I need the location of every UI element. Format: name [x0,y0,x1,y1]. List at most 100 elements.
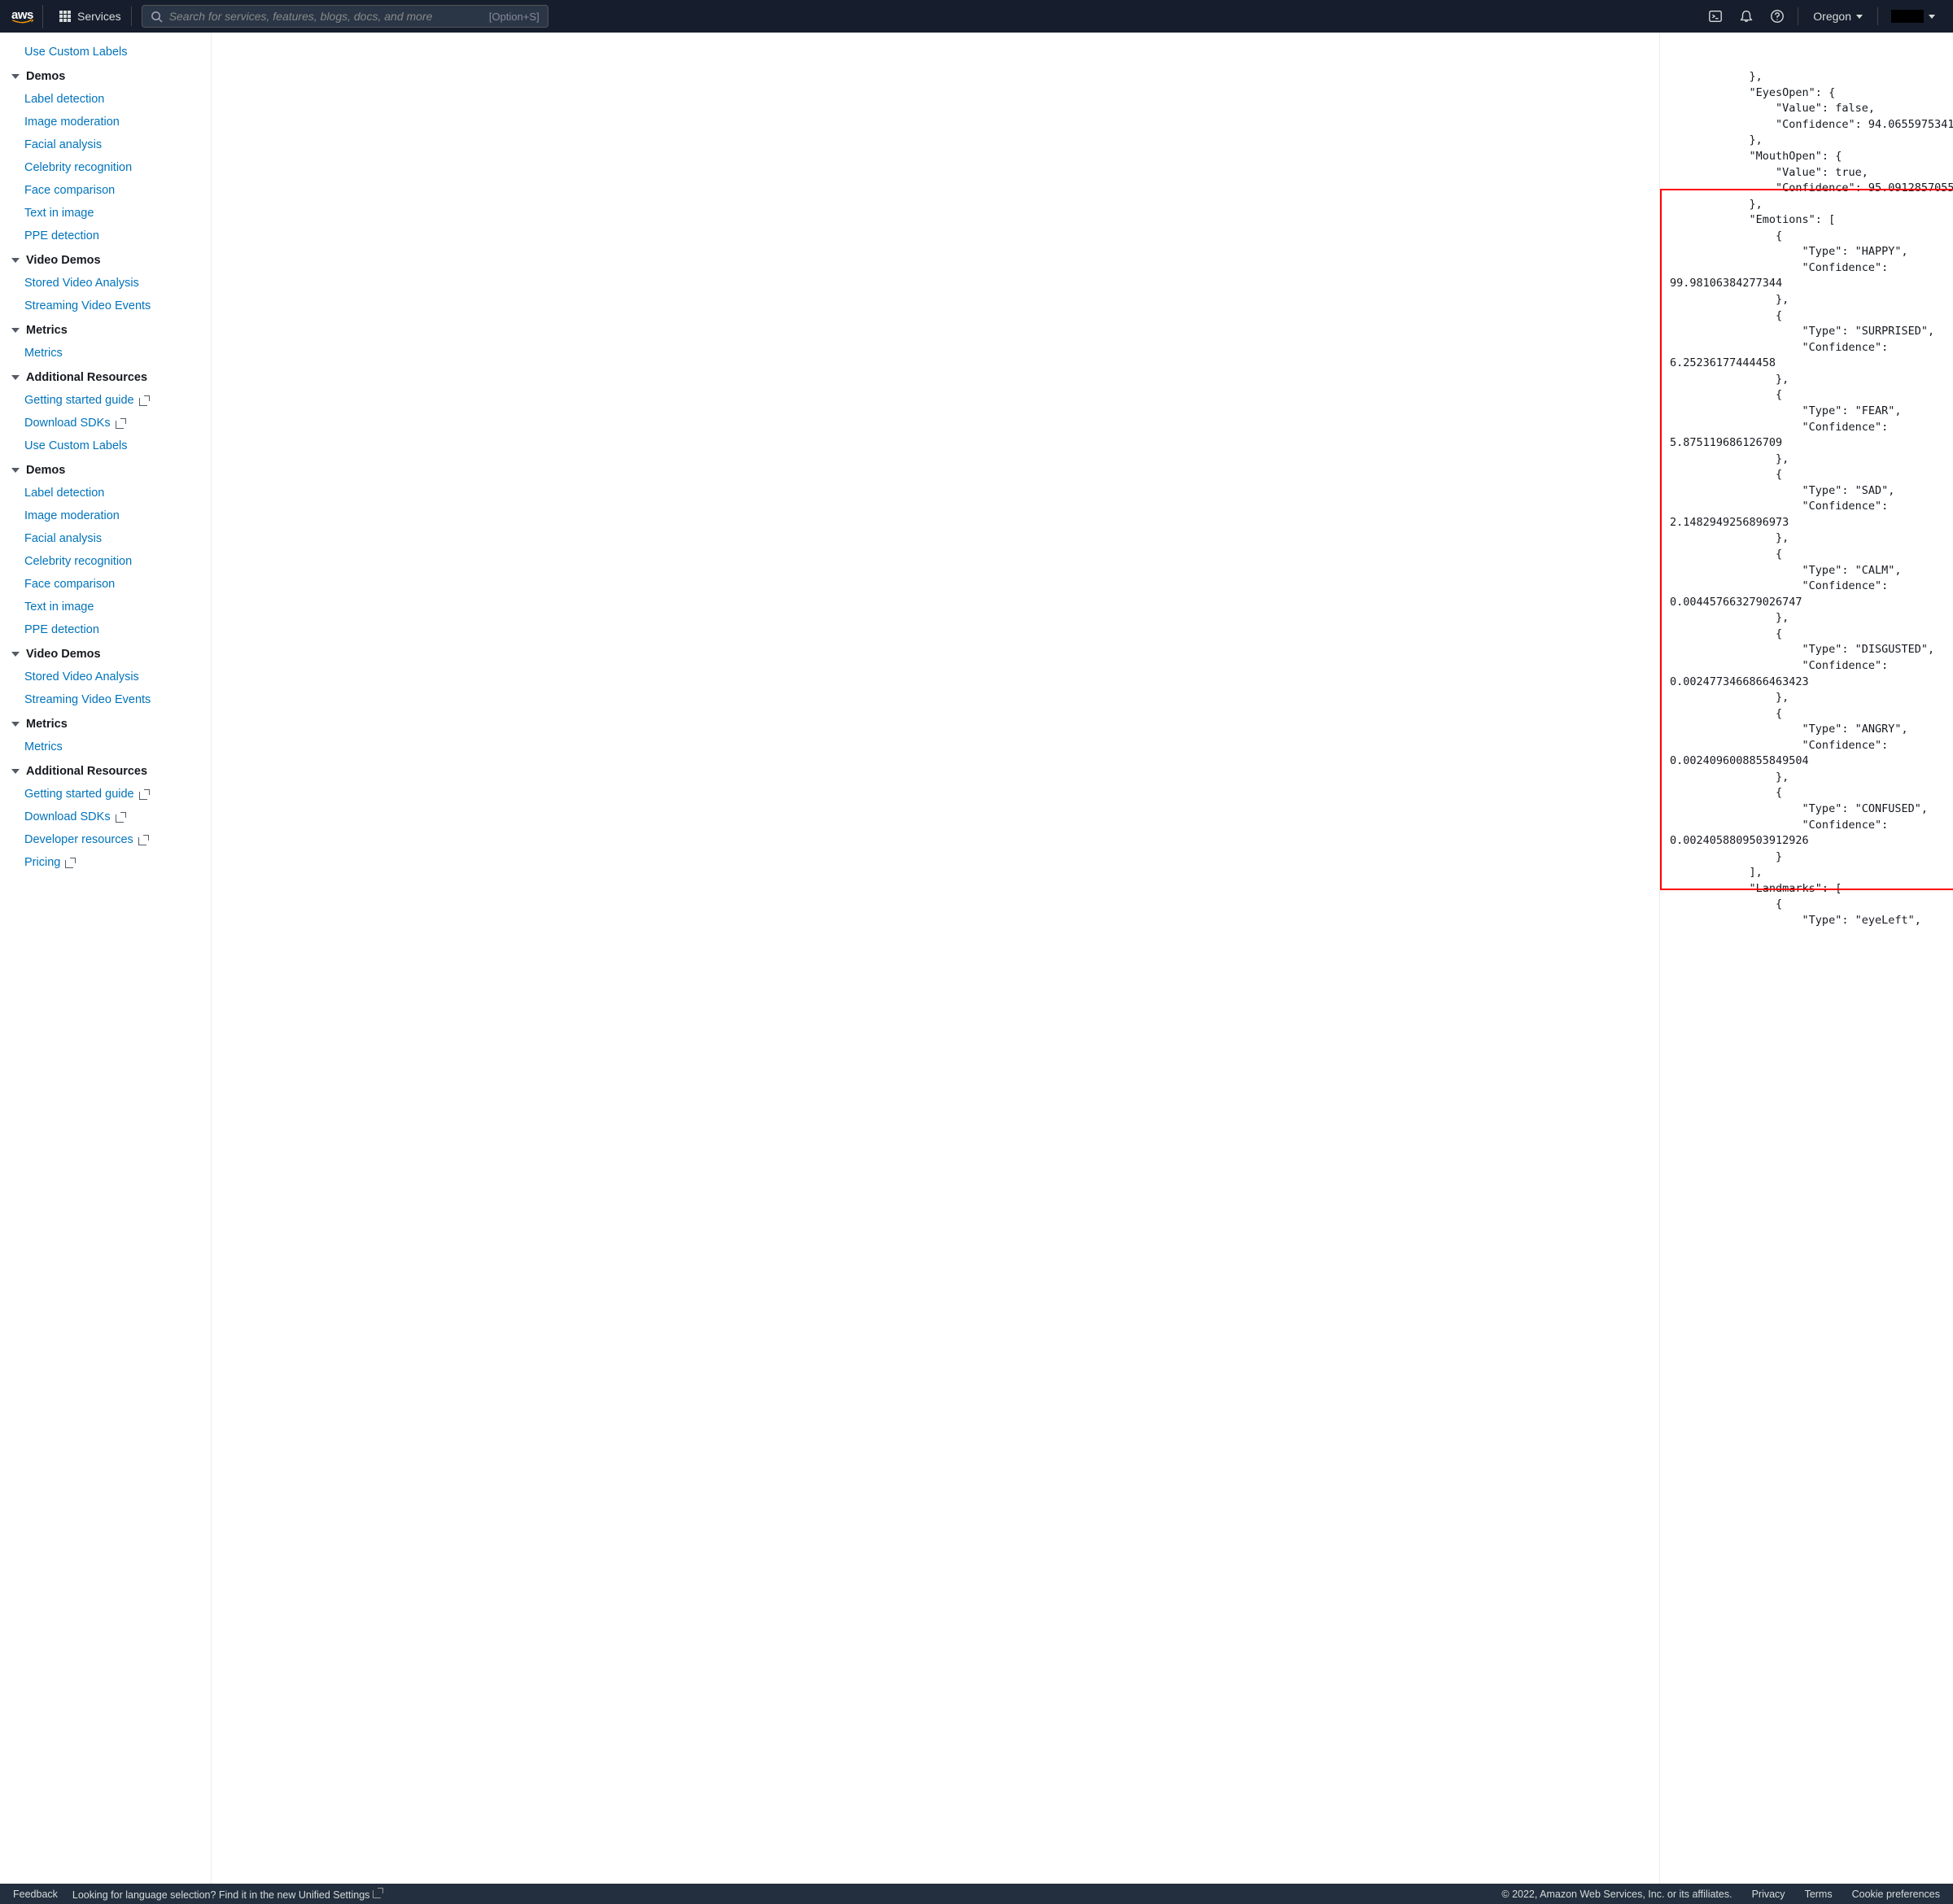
sidebar-section-header[interactable]: Video Demos [0,247,211,272]
global-search[interactable]: [Option+S] [142,5,548,28]
caret-down-icon [11,769,20,774]
sidebar-section-header[interactable]: Metrics [0,711,211,736]
sidebar-item[interactable]: Label detection [0,482,211,504]
notifications-button[interactable] [1732,4,1760,28]
search-shortcut: [Option+S] [489,11,540,23]
section-title: Demos [26,70,65,83]
services-menu-button[interactable]: Services [53,7,132,26]
sidebar-item[interactable]: Streaming Video Events [0,688,211,711]
cloudshell-button[interactable] [1702,4,1729,28]
sidebar-item[interactable]: Image moderation [0,111,211,133]
sidebar-item-label: PPE detection [24,623,99,636]
sidebar-item[interactable]: Developer resources [0,828,211,851]
section-title: Metrics [26,324,68,337]
sidebar-item-label: Celebrity recognition [24,555,132,568]
caret-down-icon [11,468,20,473]
sidebar-item-label: Developer resources [24,833,133,846]
sidebar-item-label: Download SDKs [24,417,111,430]
copyright-text: © 2022, Amazon Web Services, Inc. or its… [1501,1889,1732,1900]
external-link-icon [116,812,126,823]
main-content: }, "EyesOpen": { "Value": false, "Confid… [212,33,1953,1884]
sidebar-item-label: Metrics [24,347,63,360]
feedback-link[interactable]: Feedback [13,1889,58,1900]
sidebar-item[interactable]: Download SDKs [0,806,211,828]
sidebar-navigation: Use Custom LabelsDemosLabel detectionIma… [0,33,212,1884]
sidebar-item-label: Streaming Video Events [24,299,151,312]
external-link-icon [65,858,76,868]
sidebar-item[interactable]: Celebrity recognition [0,156,211,179]
region-selector[interactable]: Oregon [1805,7,1871,26]
sidebar-item[interactable]: Download SDKs [0,412,211,435]
sidebar-section-header[interactable]: Demos [0,63,211,88]
sidebar-item-label: Facial analysis [24,138,102,151]
sidebar-item[interactable]: Getting started guide [0,389,211,412]
cookie-prefs-link[interactable]: Cookie preferences [1852,1889,1940,1900]
sidebar-item[interactable]: Use Custom Labels [0,435,211,457]
sidebar-item[interactable]: PPE detection [0,618,211,641]
sidebar-item-label: Stored Video Analysis [24,670,139,683]
sidebar-item-label: PPE detection [24,229,99,242]
caret-down-icon [11,328,20,333]
sidebar-item-label: Use Custom Labels [24,439,128,452]
sidebar-item[interactable]: Facial analysis [0,527,211,550]
section-title: Video Demos [26,648,101,661]
sidebar-section-header[interactable]: Additional Resources [0,365,211,389]
external-link-icon [138,835,149,845]
section-title: Metrics [26,718,68,731]
sidebar-section-header[interactable]: Additional Resources [0,758,211,783]
account-menu[interactable] [1885,7,1942,26]
section-title: Video Demos [26,254,101,267]
sidebar-item[interactable]: PPE detection [0,225,211,247]
sidebar-item[interactable]: Metrics [0,736,211,758]
terms-link[interactable]: Terms [1805,1889,1833,1900]
external-link-icon [116,418,126,429]
services-label: Services [77,10,121,23]
sidebar-item[interactable]: Label detection [0,88,211,111]
sidebar-item[interactable]: Use Custom Labels [0,41,211,63]
sidebar-section-header[interactable]: Demos [0,457,211,482]
sidebar-item-label: Facial analysis [24,532,102,545]
sidebar-item-label: Text in image [24,207,94,220]
sidebar-item[interactable]: Face comparison [0,573,211,596]
sidebar-item-label: Face comparison [24,578,115,591]
sidebar-item-label: Download SDKs [24,810,111,823]
footer-bar: Feedback Looking for language selection?… [0,1884,1953,1904]
sidebar-item-label: Image moderation [24,116,120,129]
sidebar-item[interactable]: Image moderation [0,504,211,527]
privacy-link[interactable]: Privacy [1752,1889,1785,1900]
sidebar-item[interactable]: Face comparison [0,179,211,202]
sidebar-section-header[interactable]: Video Demos [0,641,211,666]
sidebar-item[interactable]: Streaming Video Events [0,295,211,317]
sidebar-item-label: Pricing [24,856,60,869]
sidebar-item[interactable]: Text in image [0,202,211,225]
unified-settings-link[interactable]: Unified Settings [299,1889,383,1901]
sidebar-item[interactable]: Metrics [0,342,211,365]
external-link-icon [139,395,150,406]
sidebar-item-label: Face comparison [24,184,115,197]
help-button[interactable] [1763,4,1791,28]
response-json-text: }, "EyesOpen": { "Value": false, "Confid… [1670,69,1946,928]
sidebar-item[interactable]: Getting started guide [0,783,211,806]
sidebar-item[interactable]: Facial analysis [0,133,211,156]
sidebar-item-label: Text in image [24,600,94,614]
sidebar-item[interactable]: Text in image [0,596,211,618]
response-json-panel[interactable]: }, "EyesOpen": { "Value": false, "Confid… [1660,33,1953,1884]
services-grid-icon [59,11,71,22]
help-icon [1770,9,1785,24]
sidebar-item-label: Celebrity recognition [24,161,132,174]
caret-down-icon [1856,15,1863,19]
sidebar-item[interactable]: Celebrity recognition [0,550,211,573]
sidebar-item[interactable]: Stored Video Analysis [0,272,211,295]
caret-down-icon [11,652,20,657]
sidebar-section-header[interactable]: Metrics [0,317,211,342]
search-input[interactable] [163,10,489,23]
caret-down-icon [1929,15,1935,19]
caret-down-icon [11,258,20,263]
caret-down-icon [11,375,20,380]
caret-down-icon [11,722,20,727]
aws-logo[interactable]: aws [11,5,43,28]
account-name-redacted [1891,10,1924,23]
sidebar-item[interactable]: Pricing [0,851,211,874]
sidebar-item-label: Label detection [24,93,104,106]
sidebar-item[interactable]: Stored Video Analysis [0,666,211,688]
